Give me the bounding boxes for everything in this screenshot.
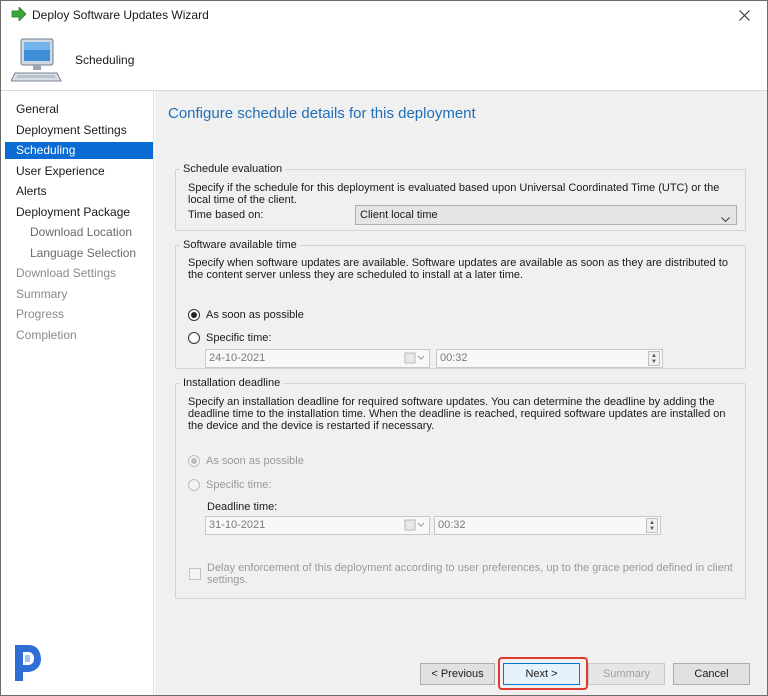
deadline-time-field[interactable]: 00:32 ▲ ▼	[434, 516, 661, 535]
radio-indicator	[188, 455, 200, 467]
wizard-content: Configure schedule details for this depl…	[155, 91, 767, 653]
calendar-dropdown-icon	[404, 519, 426, 531]
available-time-value: 00:32	[440, 352, 468, 364]
deadline-specific-time-radio[interactable]: Specific time:	[188, 479, 271, 491]
sidebar-item-download-location[interactable]: Download Location	[5, 224, 153, 241]
available-asap-radio[interactable]: As soon as possible	[188, 309, 304, 321]
chevron-down-icon	[721, 211, 730, 229]
checkbox-indicator	[189, 568, 201, 580]
deadline-asap-label: As soon as possible	[206, 455, 304, 467]
calendar-dropdown-icon	[404, 352, 426, 364]
wizard-window: Deploy Software Updates Wizard Schedulin…	[0, 0, 768, 696]
sidebar-item-progress[interactable]: Progress	[5, 306, 153, 323]
cancel-button[interactable]: Cancel	[673, 663, 750, 685]
available-time-field[interactable]: 00:32 ▲ ▼	[436, 349, 663, 368]
deadline-date-field[interactable]: 31-10-2021	[205, 516, 430, 535]
sidebar-item-deployment-package[interactable]: Deployment Package	[5, 204, 153, 221]
sidebar-item-completion[interactable]: Completion	[5, 327, 153, 344]
deadline-time-value: 00:32	[438, 519, 466, 531]
sidebar-item-alerts[interactable]: Alerts	[5, 183, 153, 200]
page-step-title: Scheduling	[75, 53, 135, 67]
available-date-value: 24-10-2021	[209, 352, 266, 364]
installation-deadline-description: Specify an installation deadline for req…	[188, 396, 726, 432]
brand-logo-icon	[9, 641, 45, 688]
delay-enforcement-checkbox[interactable]: Delay enforcement of this deployment acc…	[189, 562, 767, 586]
deadline-specific-time-label: Specific time:	[206, 479, 272, 491]
wizard-footer: < Previous Next > Summary Cancel	[155, 653, 767, 695]
sidebar-item-summary[interactable]: Summary	[5, 286, 153, 303]
delay-enforcement-label: Delay enforcement of this deployment acc…	[207, 562, 733, 586]
group-legend: Software available time	[183, 239, 297, 251]
time-spinner-icon[interactable]: ▲ ▼	[646, 518, 658, 533]
available-specific-time-label: Specific time:	[206, 332, 272, 344]
wizard-header: Scheduling	[1, 29, 767, 91]
computer-icon	[10, 37, 63, 88]
available-asap-label: As soon as possible	[206, 309, 304, 321]
deadline-asap-radio[interactable]: As soon as possible	[188, 455, 304, 467]
sidebar-item-download-settings[interactable]: Download Settings	[5, 265, 153, 282]
sidebar-item-general[interactable]: General	[5, 101, 153, 118]
software-available-description: Specify when software updates are availa…	[188, 257, 728, 281]
sidebar-item-scheduling[interactable]: Scheduling	[5, 142, 153, 159]
available-specific-time-radio[interactable]: Specific time:	[188, 332, 271, 344]
sidebar-item-user-experience[interactable]: User Experience	[5, 163, 153, 180]
previous-button[interactable]: < Previous	[420, 663, 495, 685]
time-based-on-value: Client local time	[360, 209, 438, 221]
time-based-on-label: Time based on:	[188, 209, 264, 221]
window-title: Deploy Software Updates Wizard	[32, 8, 209, 22]
group-legend: Installation deadline	[183, 377, 281, 389]
sidebar-item-deployment-settings[interactable]: Deployment Settings	[5, 122, 153, 139]
time-spinner-icon[interactable]: ▲ ▼	[648, 351, 660, 366]
radio-indicator	[188, 332, 200, 344]
radio-indicator	[188, 479, 200, 491]
radio-indicator	[188, 309, 200, 321]
available-date-field[interactable]: 24-10-2021	[205, 349, 430, 368]
summary-button[interactable]: Summary	[588, 663, 665, 685]
schedule-evaluation-description: Specify if the schedule for this deploym…	[188, 182, 720, 206]
sidebar-item-language-selection[interactable]: Language Selection	[5, 245, 153, 262]
green-arrow-icon	[11, 6, 27, 24]
group-legend: Schedule evaluation	[183, 163, 283, 175]
close-icon	[738, 9, 750, 21]
deadline-time-label: Deadline time:	[207, 501, 278, 513]
title-bar: Deploy Software Updates Wizard	[1, 1, 767, 29]
page-heading: Configure schedule details for this depl…	[168, 105, 476, 122]
next-button-highlight	[498, 657, 588, 690]
deadline-date-value: 31-10-2021	[209, 519, 266, 531]
wizard-sidebar: General Deployment Settings Scheduling U…	[1, 91, 154, 695]
time-based-on-select[interactable]: Client local time	[355, 205, 737, 225]
close-button[interactable]	[727, 3, 761, 27]
